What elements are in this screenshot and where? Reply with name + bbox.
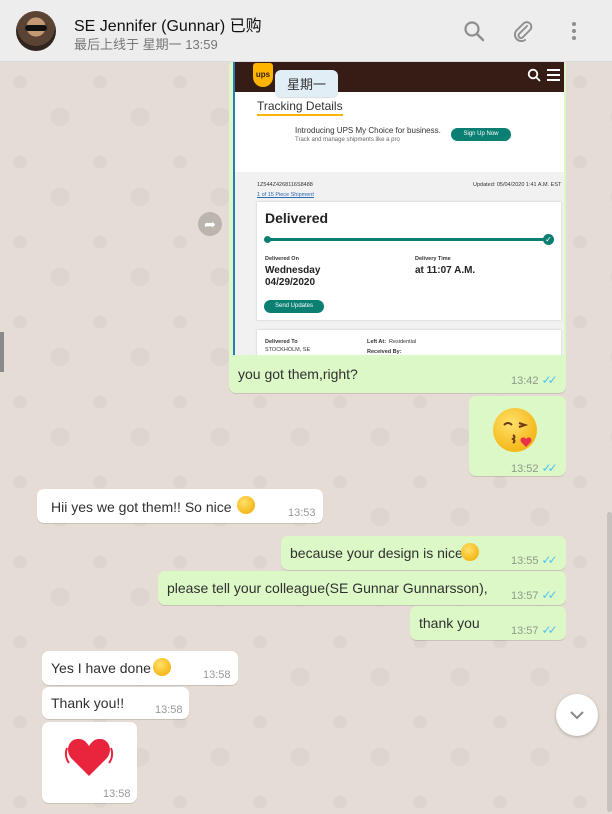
message-time: 13:57 — [511, 590, 539, 602]
kissing-face-emoji-icon — [461, 543, 479, 561]
ups-delivery-time: at 11:07 A.M. — [415, 265, 476, 276]
message-text: please tell your colleague(SE Gunnar Gun… — [167, 580, 488, 596]
outgoing-message[interactable]: please tell your colleague(SE Gunnar Gun… — [158, 571, 566, 605]
message-time: 13:57 — [511, 625, 539, 637]
ups-status: Delivered — [265, 210, 329, 226]
last-seen-status: 最后上线于 星期一 13:59 — [74, 37, 218, 52]
message-time: 13:55 — [511, 555, 539, 567]
side-strip — [0, 332, 4, 372]
scroll-down-button[interactable] — [556, 694, 598, 736]
menu-icon[interactable] — [563, 20, 585, 42]
incoming-message[interactable]: Thank you!! 13:58 — [42, 687, 189, 719]
image-message[interactable]: ups 星期一 Tracking Details Introducing UPS… — [229, 62, 566, 393]
ups-received-by-label: Received By: — [367, 349, 402, 355]
message-text: Yes I have done — [51, 660, 151, 676]
ups-delivery-time-label: Delivery Time — [415, 256, 451, 262]
message-time: 13:58 — [103, 788, 131, 800]
contact-name[interactable]: SE Jennifer (Gunnar) 已购 — [74, 12, 262, 36]
ups-tracking-number: 1Z544Z4268116S8488 — [257, 182, 313, 188]
paperclip-icon[interactable] — [512, 20, 534, 42]
scrollbar[interactable] — [607, 512, 612, 812]
outgoing-message[interactable]: thank you 13:57 ✓✓ — [410, 606, 566, 640]
incoming-emoji-message[interactable]: 13:58 — [42, 722, 137, 803]
emoji-message[interactable]: 13:52 ✓✓ — [469, 396, 566, 476]
ups-signup-button: Sign Up Now — [451, 128, 511, 141]
read-ticks-icon: ✓✓ — [541, 623, 558, 637]
message-meta: 13:57 ✓✓ — [511, 588, 558, 602]
message-text: Thank you!! — [51, 695, 125, 711]
ups-updated-time: Updated: 05/04/2020 1:41 A.M. EST — [473, 182, 562, 188]
ups-delivered-day: Wednesday — [265, 265, 321, 276]
sunglasses-detail — [25, 25, 47, 31]
ups-send-updates-button: Send Updates — [264, 300, 324, 313]
ups-promo-subtext: Track and manage shipments like a pro — [295, 137, 400, 143]
ups-delivered-on-label: Delivered On — [265, 256, 299, 262]
incoming-message[interactable]: Hii yes we got them!! So nice 13:53 — [37, 489, 323, 523]
date-chip: 星期一 — [275, 70, 339, 97]
message-text: Hii yes we got them!! So nice — [51, 499, 232, 515]
ups-progress-check-icon: ✓ — [543, 234, 554, 245]
message-time: 13:53 — [288, 507, 316, 519]
message-meta: 13:57 ✓✓ — [511, 623, 558, 637]
ups-left-at-label: Left At: — [367, 339, 387, 345]
message-text: because your design is nice — [290, 545, 463, 561]
message-time: 13:52 — [511, 463, 539, 475]
avatar[interactable] — [16, 11, 56, 51]
grinning-face-emoji-icon — [153, 658, 171, 676]
kissing-face-features — [503, 422, 532, 447]
ups-progress-track — [266, 238, 551, 241]
kissing-face-emoji-icon — [493, 408, 537, 452]
forward-icon[interactable]: ➦ — [198, 212, 222, 236]
read-ticks-icon: ✓✓ — [541, 553, 558, 567]
ups-promo-text: Introducing UPS My Choice for business. — [295, 126, 441, 135]
message-text: you got them,right? — [238, 366, 358, 382]
ups-left-at: Residential — [389, 339, 417, 345]
beating-heart-emoji-icon — [64, 738, 114, 776]
message-meta: 13:42 ✓✓ — [511, 373, 558, 387]
ups-address-card: Delivered To STOCKHOLM, SE Left At: Resi… — [257, 330, 561, 355]
ups-progress-start — [264, 236, 271, 243]
read-ticks-icon: ✓✓ — [541, 588, 558, 602]
read-ticks-icon: ✓✓ — [541, 461, 558, 475]
search-icon[interactable] — [463, 20, 485, 42]
chat-header: SE Jennifer (Gunnar) 已购 最后上线于 星期一 13:59 — [0, 0, 612, 62]
incoming-message[interactable]: Yes I have done 13:58 — [42, 651, 238, 685]
message-text: thank you — [419, 615, 480, 631]
ups-piece-shipment-link: 1 of 15 Piece Shipment — [257, 192, 314, 198]
message-meta: 13:55 ✓✓ — [511, 553, 558, 567]
smiling-hearts-emoji-icon — [237, 496, 255, 514]
ups-tracking-title: Tracking Details — [257, 99, 343, 116]
ups-search-icon — [527, 68, 541, 82]
message-time: 13:58 — [155, 704, 183, 716]
message-time: 13:58 — [203, 669, 231, 681]
ups-delivered-date: 04/29/2020 — [265, 277, 316, 288]
message-list[interactable]: ➦ ups 星期一 Tracking Details Introducing U… — [0, 62, 612, 814]
message-meta: 13:52 ✓✓ — [511, 461, 558, 475]
ups-menu-icon — [547, 69, 560, 81]
message-time: 13:42 — [511, 375, 539, 387]
ups-delivered-to-label: Delivered To — [265, 339, 298, 345]
chevron-down-icon — [570, 711, 584, 720]
read-ticks-icon: ✓✓ — [541, 373, 558, 387]
ups-logo: ups — [253, 63, 273, 87]
ups-delivered-to: STOCKHOLM, SE — [265, 347, 311, 353]
outgoing-message[interactable]: because your design is nice 13:55 ✓✓ — [281, 536, 566, 570]
ups-screenshot-image[interactable]: ups 星期一 Tracking Details Introducing UPS… — [233, 62, 564, 355]
ups-delivery-card: Delivered ✓ Delivered On Wednesday 04/29… — [257, 202, 561, 320]
